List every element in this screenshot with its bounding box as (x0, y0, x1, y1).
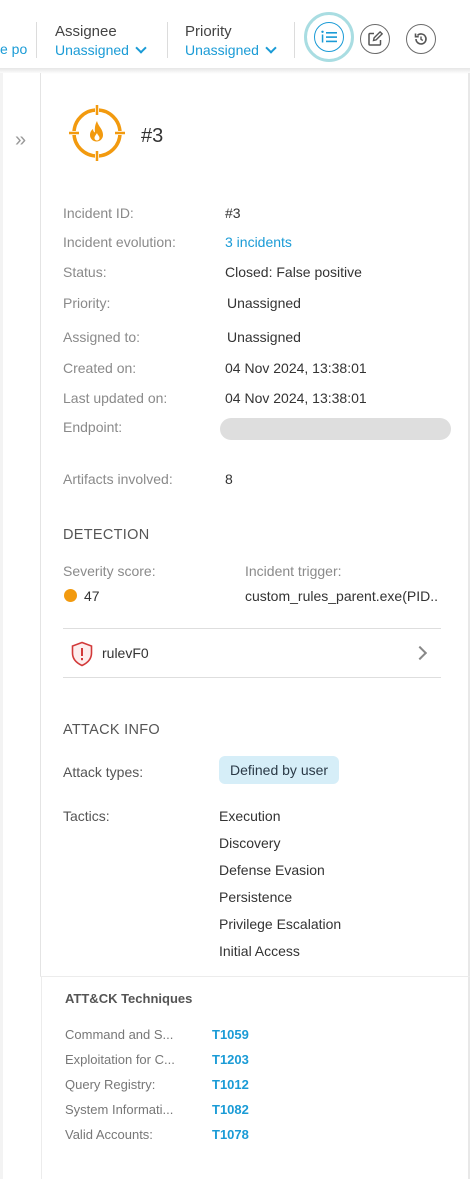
priority-detail-value: Unassigned (227, 295, 301, 311)
fire-target-icon (68, 104, 126, 162)
incident-evolution-link[interactable]: 3 incidents (225, 234, 292, 250)
endpoint-label: Endpoint: (63, 419, 123, 435)
priority-detail-label: Priority: (63, 295, 111, 311)
technique-name: Valid Accounts: (65, 1127, 153, 1142)
incident-trigger-label: Incident trigger: (245, 563, 342, 579)
artifacts-value: 8 (225, 471, 233, 487)
technique-id-link[interactable]: T1012 (212, 1077, 249, 1092)
attack-info-heading: ATTACK INFO (63, 722, 161, 738)
tactics-label: Tactics: (63, 808, 110, 824)
tactic-item: Privilege Escalation (219, 916, 342, 932)
edit-icon (368, 31, 383, 46)
created-on-value: 04 Nov 2024, 13:38:01 (225, 360, 367, 376)
rule-name: rulevF0 (102, 645, 149, 661)
technique-id-link[interactable]: T1059 (212, 1027, 249, 1042)
history-icon (414, 33, 427, 45)
status-label: Status: (63, 264, 107, 280)
details-button[interactable] (304, 12, 354, 62)
severity-score-label: Severity score: (63, 563, 156, 579)
technique-name: Command and S... (65, 1027, 174, 1042)
rule-row[interactable]: rulevF0 (63, 628, 441, 678)
shield-alert-icon (71, 641, 93, 667)
tactic-item: Discovery (219, 835, 281, 851)
priority-label: Priority (185, 23, 232, 40)
history-button[interactable] (406, 24, 436, 54)
last-updated-value: 04 Nov 2024, 13:38:01 (225, 390, 367, 406)
info-list-icon (321, 30, 337, 43)
truncated-field-value[interactable]: e po (0, 41, 27, 57)
technique-id-link[interactable]: T1203 (212, 1052, 249, 1067)
endpoint-value-redacted (220, 418, 451, 440)
assigned-to-value: Unassigned (227, 329, 301, 345)
detection-heading: DETECTION (63, 527, 150, 543)
assignee-dropdown[interactable]: Unassigned (55, 42, 147, 58)
section-divider (40, 976, 470, 977)
chevron-right-icon (412, 645, 428, 661)
incident-toolbar: e po Assignee Unassigned Priority Unassi… (0, 0, 470, 70)
expand-panel-icon[interactable]: » (15, 129, 26, 152)
tactic-item: Execution (219, 808, 281, 824)
toolbar-shadow (0, 68, 470, 74)
incident-id-value: #3 (225, 205, 241, 221)
attack-types-label: Attack types: (63, 764, 144, 780)
attack-type-chip: Defined by user (219, 756, 340, 784)
assignee-label: Assignee (55, 23, 117, 40)
severity-score-value: 47 (84, 588, 100, 604)
priority-dropdown[interactable]: Unassigned (185, 42, 277, 58)
tactic-item: Persistence (219, 889, 293, 905)
section-border (41, 977, 42, 1179)
status-value: Closed: False positive (225, 264, 362, 280)
edit-button[interactable] (360, 24, 390, 54)
priority-value: Unassigned (185, 42, 259, 58)
chevron-down-icon (265, 42, 277, 54)
toolbar-divider (294, 22, 295, 58)
artifacts-label: Artifacts involved: (63, 471, 173, 487)
incident-evolution-label: Incident evolution: (63, 234, 176, 250)
side-rail: » (3, 73, 41, 977)
attack-techniques-heading: ATT&CK Techniques (65, 991, 193, 1006)
toolbar-divider (167, 22, 168, 58)
severity-dot (64, 589, 77, 602)
technique-id-link[interactable]: T1082 (212, 1102, 249, 1117)
incident-id-label: Incident ID: (63, 205, 134, 221)
assignee-value: Unassigned (55, 42, 129, 58)
last-updated-label: Last updated on: (63, 390, 168, 406)
incident-trigger-value: custom_rules_parent.exe(PID.. (245, 588, 438, 604)
technique-name: Exploitation for C... (65, 1052, 175, 1067)
technique-id-link[interactable]: T1078 (212, 1127, 249, 1142)
technique-name: System Informati... (65, 1102, 174, 1117)
tactic-item: Defense Evasion (219, 862, 325, 878)
technique-name: Query Registry: (65, 1077, 156, 1092)
toolbar-divider (36, 22, 37, 58)
created-on-label: Created on: (63, 360, 137, 376)
chevron-down-icon (135, 42, 147, 54)
assigned-to-label: Assigned to: (63, 329, 141, 345)
incident-title: #3 (141, 125, 164, 147)
tactic-item: Initial Access (219, 943, 300, 959)
